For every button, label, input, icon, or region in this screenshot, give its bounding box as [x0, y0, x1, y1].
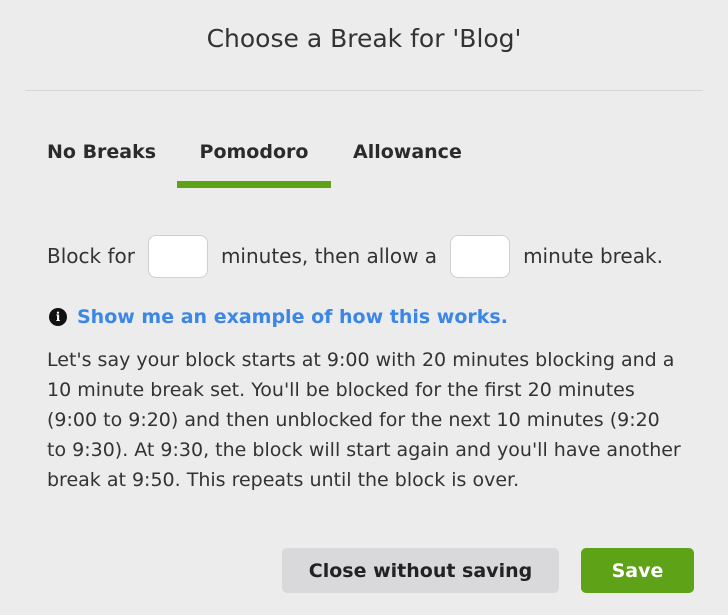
pomodoro-settings-row: Block for minutes, then allow a minute b…	[47, 234, 663, 278]
tab-no-breaks[interactable]: No Breaks	[47, 138, 157, 190]
tab-allowance[interactable]: Allowance	[353, 138, 468, 190]
dialog-title: Choose a Break for 'Blog'	[206, 24, 522, 53]
show-example-link-text[interactable]: Show me an example of how this works.	[77, 306, 508, 328]
save-button[interactable]: Save	[581, 548, 694, 593]
block-for-label: Block for	[47, 244, 135, 268]
title-divider	[25, 90, 703, 91]
selected-tab-indicator	[177, 181, 331, 188]
break-minutes-input[interactable]	[450, 234, 511, 278]
choose-break-dialog: Choose a Break for 'Blog' No Breaks Pomo…	[0, 0, 728, 615]
example-explanation: Let's say your block starts at 9:00 with…	[47, 349, 681, 491]
show-example-link[interactable]: i Show me an example of how this works.	[49, 304, 508, 330]
then-allow-label: minutes, then allow a	[220, 244, 438, 268]
minute-break-label: minute break.	[523, 244, 663, 268]
close-without-saving-button[interactable]: Close without saving	[282, 548, 559, 593]
break-type-tabs: No Breaks Pomodoro Allowance	[0, 138, 728, 190]
block-minutes-input[interactable]	[147, 234, 208, 278]
info-icon: i	[49, 308, 67, 326]
